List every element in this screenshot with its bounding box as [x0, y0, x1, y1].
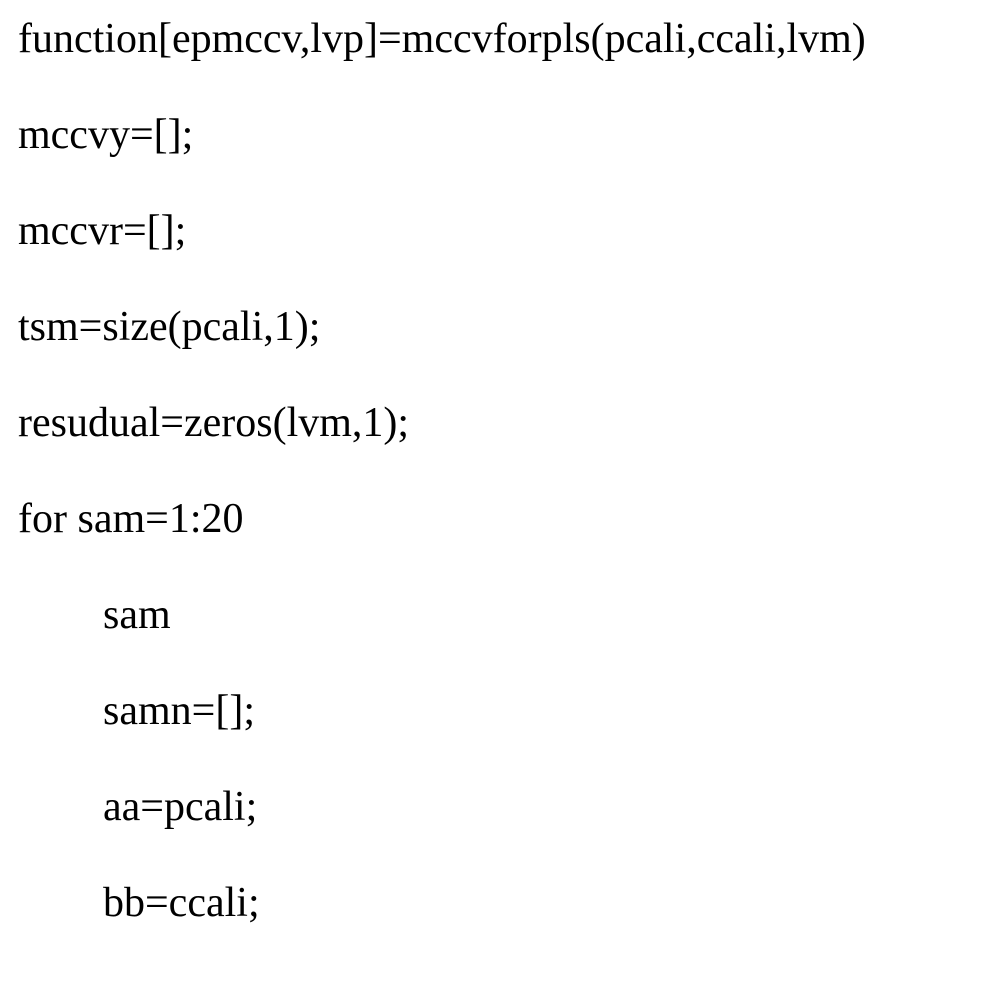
code-line-8: aa=pcali; — [18, 786, 982, 828]
code-line-9: bb=ccali; — [18, 882, 982, 924]
code-line-6: sam — [18, 594, 982, 636]
code-block: function[epmccv,lvp]=mccvforpls(pcali,cc… — [0, 0, 1000, 996]
code-line-5: for sam=1:20 — [18, 498, 982, 540]
code-line-1: mccvy=[]; — [18, 114, 982, 156]
code-line-3: tsm=size(pcali,1); — [18, 306, 982, 348]
code-line-2: mccvr=[]; — [18, 210, 982, 252]
code-line-4: resudual=zeros(lvm,1); — [18, 402, 982, 444]
code-line-0: function[epmccv,lvp]=mccvforpls(pcali,cc… — [18, 18, 982, 60]
code-line-7: samn=[]; — [18, 690, 982, 732]
